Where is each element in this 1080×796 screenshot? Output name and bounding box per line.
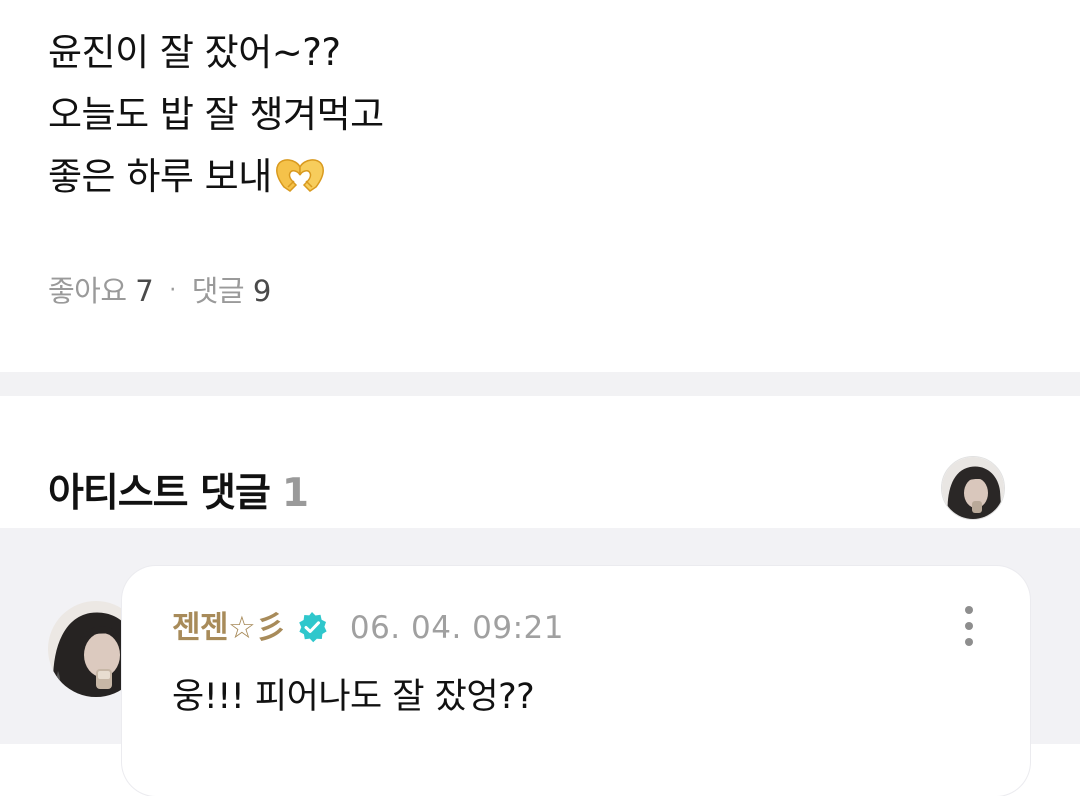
- comments-button[interactable]: 댓글 9: [191, 274, 272, 308]
- artist-comments-title-text: 아티스트 댓글: [48, 471, 271, 516]
- more-options-button[interactable]: [954, 604, 984, 648]
- likes-button[interactable]: 좋아요 7: [48, 274, 154, 308]
- comment-timestamp: 06. 04. 09:21: [349, 610, 564, 646]
- artist-avatar-icon: [942, 457, 1004, 519]
- more-vertical-icon: [965, 606, 973, 614]
- more-vertical-icon-dot: [965, 638, 973, 646]
- post-line-text: 좋은 하루 보내: [48, 155, 272, 198]
- artist-comments-count: 1: [281, 471, 309, 516]
- likes-label: 좋아요: [48, 274, 127, 308]
- more-vertical-icon-dot: [965, 622, 973, 630]
- post: 윤진이 잘 잤어~?? 오늘도 밥 잘 챙겨먹고 좋은 하루 보내 좋아요 7 ·…: [0, 0, 1080, 372]
- comment-card: 젠젠☆彡 06. 04. 09:21 웅!!! 피어나도 잘 잤엉??: [122, 566, 1030, 796]
- likes-count: 7: [135, 274, 154, 308]
- heart-hands-emoji-icon: [275, 159, 324, 192]
- verified-badge-icon: [299, 612, 327, 643]
- post-line: 오늘도 밥 잘 챙겨먹고: [48, 93, 384, 136]
- artist-avatar[interactable]: [941, 456, 1005, 520]
- post-line: 좋은 하루 보내: [48, 146, 384, 208]
- section-divider: [0, 372, 1080, 396]
- comments-count: 9: [252, 274, 271, 308]
- artist-comments-title: 아티스트 댓글 1: [48, 462, 309, 518]
- post-body: 윤진이 잘 잤어~?? 오늘도 밥 잘 챙겨먹고 좋은 하루 보내: [48, 22, 384, 208]
- comment-meta: 젠젠☆彡 06. 04. 09:21: [172, 606, 564, 650]
- artist-comments-list: 젠젠☆彡 06. 04. 09:21 웅!!! 피어나도 잘 잤엉??: [0, 528, 1080, 796]
- post-line: 윤진이 잘 잤어~??: [48, 31, 341, 74]
- stats-separator: ·: [169, 278, 176, 303]
- artist-comments-header: 아티스트 댓글 1: [0, 396, 1080, 528]
- comment-text: 웅!!! 피어나도 잘 잤엉??: [172, 677, 535, 717]
- comments-label: 댓글: [191, 274, 245, 308]
- comment-author-name[interactable]: 젠젠☆彡: [172, 610, 286, 646]
- post-stats: 좋아요 7 · 댓글 9: [48, 268, 271, 310]
